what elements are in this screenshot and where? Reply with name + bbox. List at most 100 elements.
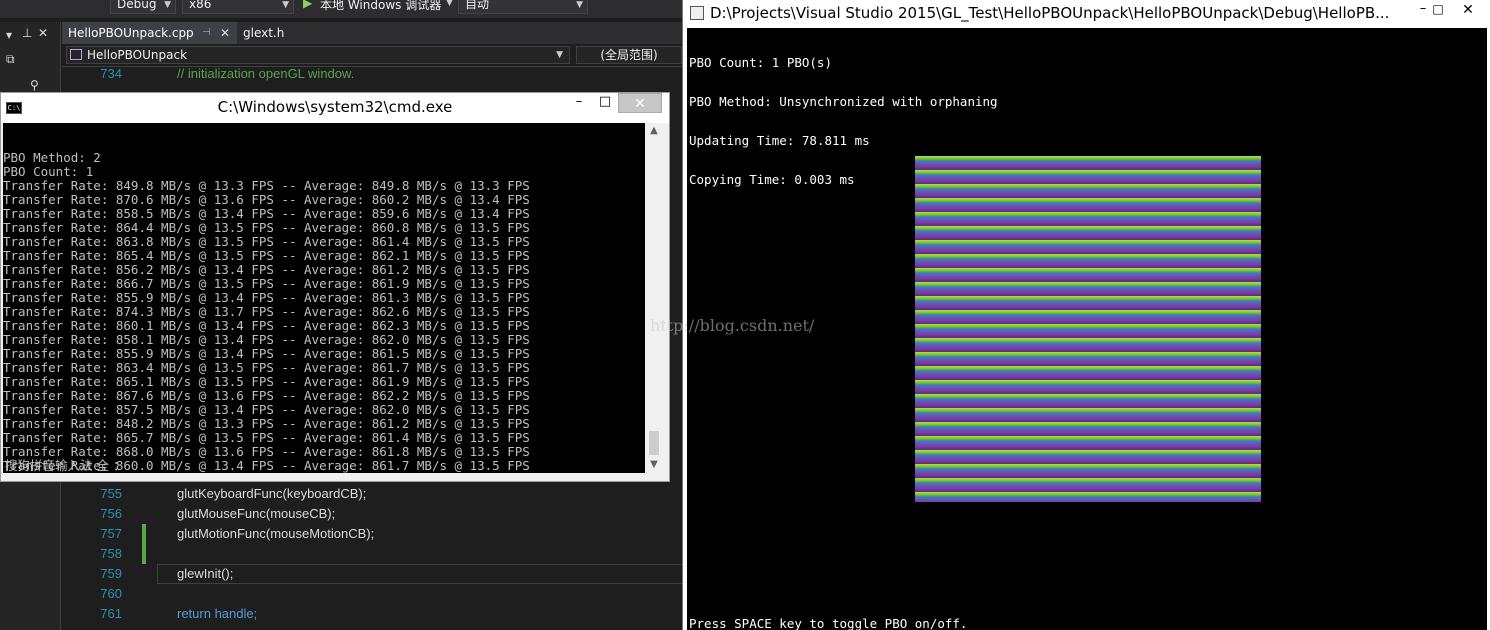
console-line: Transfer Rate: 860.1 MB/s @ 13.4 FPS -- … [3, 318, 530, 333]
console-line: Transfer Rate: 858.1 MB/s @ 13.4 FPS -- … [3, 332, 530, 347]
gl-title: D:\Projects\Visual Studio 2015\GL_Test\H… [710, 4, 1390, 22]
line-number: 755 [100, 486, 122, 501]
close-icon[interactable]: ✕ [38, 26, 48, 40]
ime-status: 搜狗拼音输入法 全 ： [5, 458, 126, 473]
console-line: Transfer Rate: 855.9 MB/s @ 13.4 FPS -- … [3, 290, 530, 305]
code-line: 761 return handle; [62, 604, 682, 624]
debugger-label[interactable]: 本地 Windows 调试器 [320, 0, 441, 13]
line-number: 757 [100, 526, 122, 541]
pin-icon[interactable]: ⊥ [22, 26, 32, 40]
tab-label: glext.h [243, 26, 285, 40]
app-icon [690, 6, 704, 20]
console-line: Transfer Rate: 856.2 MB/s @ 13.4 FPS -- … [3, 262, 530, 277]
code-text: glutMouseFunc(mouseCB); [177, 506, 336, 521]
footer-hint: Press SPACE key to toggle PBO on/off. [689, 616, 968, 630]
chevron-down-icon[interactable]: ▼ [446, 0, 453, 8]
info-line: PBO Method: Unsynchronized with orphanin… [689, 94, 998, 109]
minimize-icon[interactable]: – [569, 93, 589, 113]
config-value: Debug [117, 0, 157, 11]
console-line: PBO Count: 1 [3, 164, 94, 179]
auto-dropdown[interactable]: 自动 ▼ [458, 0, 588, 14]
maximize-icon[interactable]: □ [1427, 0, 1449, 20]
config-dropdown[interactable]: Debug ▼ [110, 0, 176, 14]
console-line: Transfer Rate: 865.4 MB/s @ 13.5 FPS -- … [3, 248, 530, 263]
change-marker [142, 524, 146, 544]
project-name: HelloPBOUnpack [87, 48, 188, 62]
platform-dropdown[interactable]: x86 ▼ [182, 0, 294, 14]
line-number: 759 [100, 566, 122, 581]
console-lines: PBO Method: 2 PBO Count: 1 Transfer Rate: … [3, 151, 645, 473]
console-line: Transfer Rate: 863.4 MB/s @ 13.5 FPS -- … [3, 360, 530, 375]
console-line: Transfer Rate: 865.7 MB/s @ 13.5 FPS -- … [3, 430, 530, 445]
console-line: Transfer Rate: 849.8 MB/s @ 13.3 FPS -- … [3, 178, 530, 193]
code-line: 756 glutMouseFunc(mouseCB); [62, 504, 682, 524]
line-number: 734 [100, 66, 122, 81]
code-line: 757 glutMotionFunc(mouseMotionCB); [62, 524, 682, 544]
info-line: PBO Count: 1 PBO(s) [689, 55, 832, 70]
line-number: 761 [100, 606, 122, 621]
opengl-window: D:\Projects\Visual Studio 2015\GL_Test\H… [682, 0, 1490, 630]
striped-texture [915, 156, 1261, 502]
chevron-down-icon: ▼ [164, 0, 171, 10]
scrollbar[interactable]: ▲ ▼ [646, 123, 662, 473]
cmd-titlebar[interactable]: C:\ C:\Windows\system32\cmd.exe – □ ✕ [1, 93, 669, 123]
scroll-up-icon[interactable]: ▲ [646, 123, 662, 139]
close-icon[interactable]: ✕ [618, 93, 662, 113]
close-icon[interactable]: ✕ [220, 22, 230, 44]
code-line: 734 // initialization openGL window. [62, 64, 682, 84]
console-line: Transfer Rate: 870.6 MB/s @ 13.6 FPS -- … [3, 192, 530, 207]
code-line: 760 [62, 584, 682, 604]
chevron-down-icon: ▼ [556, 50, 563, 60]
code-text: glutKeyboardFunc(keyboardCB); [177, 486, 367, 501]
console-line: Transfer Rate: 868.0 MB/s @ 13.6 FPS -- … [3, 444, 530, 459]
chevron-down-icon: ▼ [576, 0, 583, 10]
console-line: Transfer Rate: 867.6 MB/s @ 13.6 FPS -- … [3, 388, 530, 403]
close-icon[interactable]: ✕ [1449, 0, 1487, 20]
tab-hellopbounpack-cpp[interactable]: HelloPBOUnpack.cpp ⊣ ✕ [62, 22, 237, 44]
current-line-highlight [157, 564, 682, 584]
tab-glext-h[interactable]: glext.h [243, 22, 284, 44]
platform-value: x86 [189, 0, 212, 11]
console-line: Transfer Rate: 866.7 MB/s @ 13.5 FPS -- … [3, 276, 530, 291]
pin-icon[interactable]: ⊣ [202, 22, 211, 44]
console-line: Transfer Rate: 865.1 MB/s @ 13.5 FPS -- … [3, 374, 530, 389]
line-number: 760 [100, 586, 122, 601]
project-dropdown[interactable]: HelloPBOUnpack ▼ [66, 46, 570, 64]
console-line: Transfer Rate: 857.5 MB/s @ 13.4 FPS -- … [3, 402, 530, 417]
cmd-window: C:\ C:\Windows\system32\cmd.exe – □ ✕ PB… [0, 92, 670, 482]
console-line: Transfer Rate: 863.8 MB/s @ 13.5 FPS -- … [3, 234, 530, 249]
chevron-down-icon: ▼ [282, 0, 289, 10]
line-number: 756 [100, 506, 122, 521]
vs-toolbar: Debug ▼ x86 ▼ ▶ 本地 Windows 调试器 ▼ 自动 ▼ [0, 0, 682, 18]
code-text: glutMotionFunc(mouseMotionCB); [177, 526, 375, 541]
code-line: 759 glewInit(); [62, 564, 682, 584]
code-line: 758 [62, 544, 682, 564]
change-marker [142, 544, 146, 564]
console-line: Transfer Rate: 855.9 MB/s @ 13.4 FPS -- … [3, 346, 530, 361]
dropdown-icon[interactable]: ▾ [6, 28, 12, 42]
code-text: return handle; [177, 606, 258, 621]
scope-dropdown[interactable]: (全局范围) [576, 46, 682, 64]
document-tabs: HelloPBOUnpack.cpp ⊣ ✕ glext.h [62, 22, 682, 44]
watermark: http://blog.csdn.net/ [650, 316, 815, 335]
scope-label: (全局范围) [600, 48, 658, 62]
start-debug-play-icon[interactable]: ▶ [303, 0, 312, 10]
auto-value: 自动 [465, 0, 490, 11]
search-icon[interactable]: ⚲ [30, 78, 39, 92]
code-text: glewInit(); [177, 566, 234, 581]
scroll-down-icon[interactable]: ▼ [646, 457, 662, 473]
line-number: 758 [100, 546, 122, 561]
console-output[interactable]: PBO Method: 2 PBO Count: 1 Transfer Rate: … [3, 123, 645, 473]
code-line: 755 glutKeyboardFunc(keyboardCB); [62, 484, 682, 504]
gl-titlebar[interactable]: D:\Projects\Visual Studio 2015\GL_Test\H… [683, 0, 1490, 28]
console-line: Transfer Rate: 848.2 MB/s @ 13.3 FPS -- … [3, 416, 530, 431]
copy-icon[interactable]: ⧉ [6, 52, 15, 67]
console-line: Transfer Rate: 864.4 MB/s @ 13.5 FPS -- … [3, 220, 530, 235]
scrollbar-thumb[interactable] [649, 431, 659, 455]
maximize-icon[interactable]: □ [595, 93, 615, 113]
console-line: PBO Method: 2 [3, 150, 101, 165]
console-line: Transfer Rate: 858.5 MB/s @ 13.4 FPS -- … [3, 206, 530, 221]
console-line: Transfer Rate: 874.3 MB/s @ 13.7 FPS -- … [3, 304, 530, 319]
info-line: Updating Time: 78.811 ms [689, 133, 870, 148]
code-text: // initialization openGL window. [177, 66, 355, 81]
